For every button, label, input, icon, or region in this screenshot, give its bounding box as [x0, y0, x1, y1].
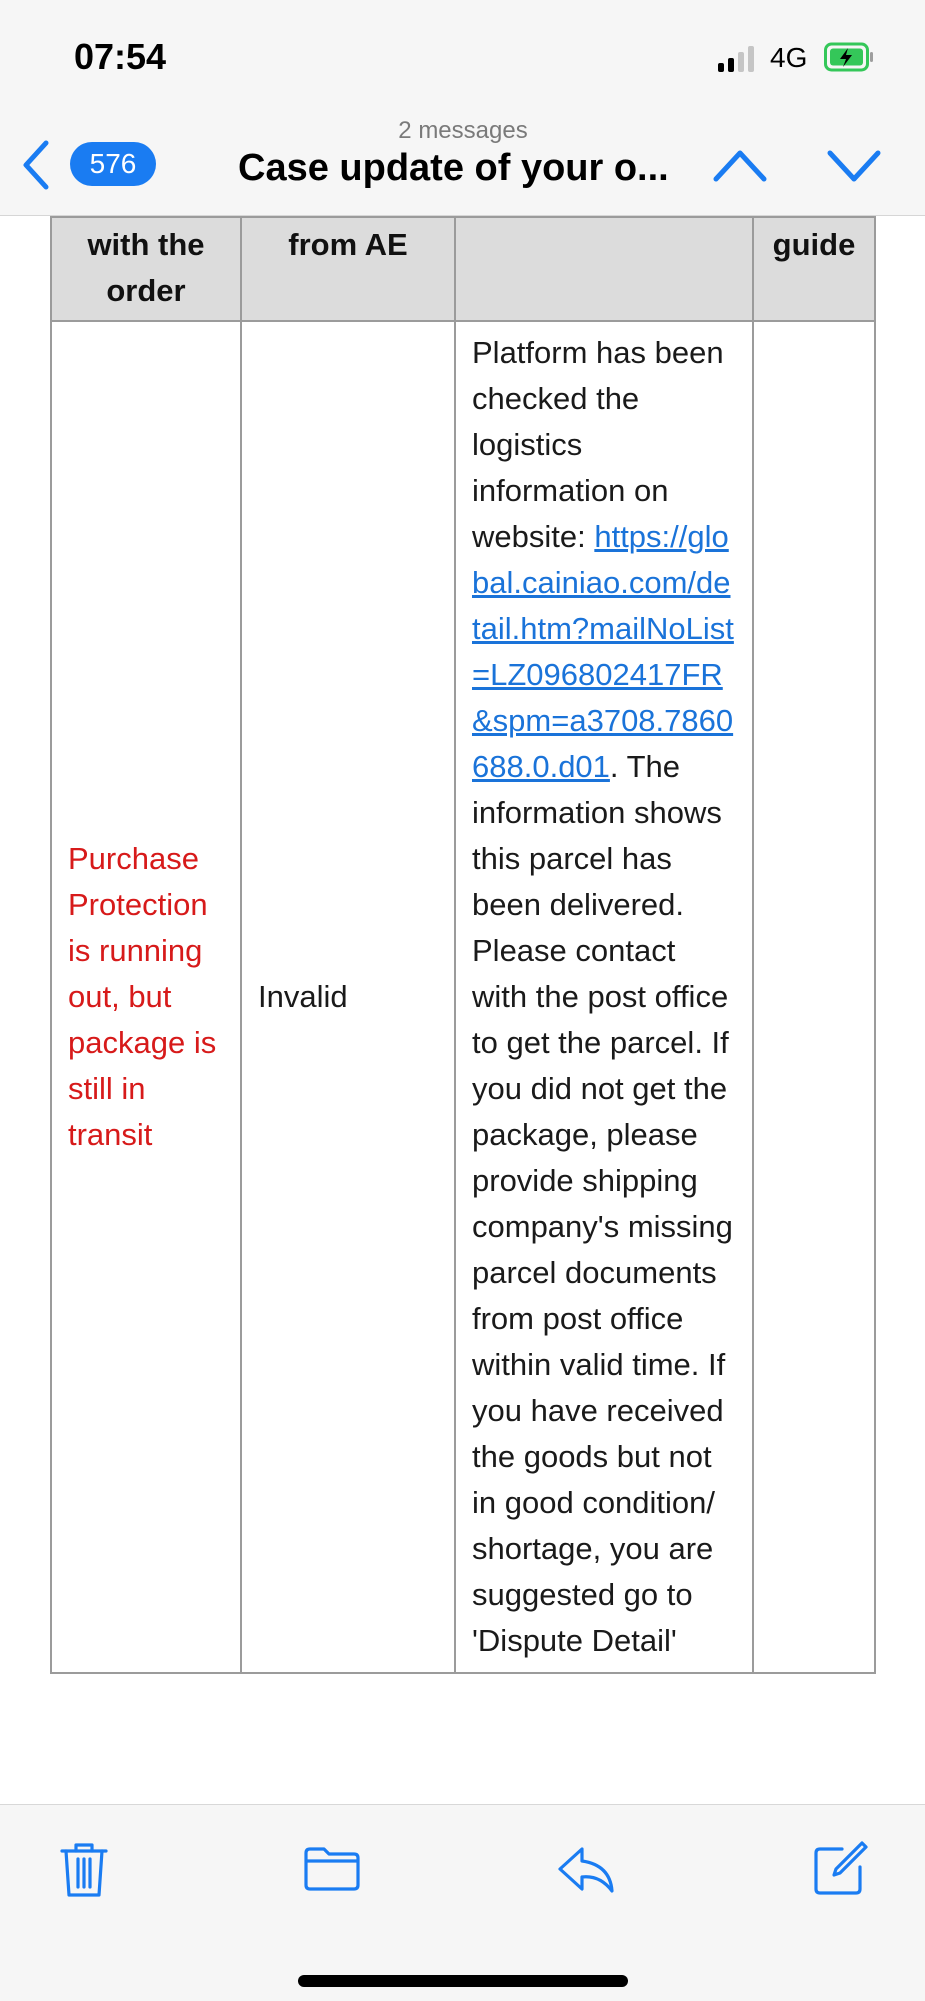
case-table: with the order from AE guide Purchase Pr… — [50, 216, 876, 1674]
network-label: 4G — [770, 42, 808, 73]
status-bar: 07:54 4G — [0, 0, 925, 115]
compose-icon[interactable] — [810, 1839, 870, 1899]
header-reply — [454, 216, 754, 322]
guide-cell — [752, 320, 876, 1674]
header-guide: guide — [752, 216, 876, 322]
battery-charging-icon — [824, 42, 873, 72]
result-cell: Invalid — [240, 320, 456, 1674]
home-indicator — [298, 1975, 628, 1987]
table-header-row: with the order from AE guide — [50, 216, 876, 322]
reply-icon[interactable] — [556, 1839, 616, 1899]
message-subject: Case update of your o... — [238, 147, 669, 189]
table-row: Purchase Protection is running out, but … — [50, 320, 876, 1674]
bottom-toolbar — [0, 1804, 925, 2001]
folder-icon[interactable] — [302, 1839, 362, 1899]
chevron-left-icon[interactable] — [18, 137, 54, 193]
thread-message-count: 2 messages — [398, 117, 528, 144]
reply-text-after-link: . The information shows this parcel has … — [472, 749, 733, 1658]
chevron-up-icon[interactable] — [712, 141, 768, 191]
header-with-the-order: with the order — [50, 216, 242, 322]
tracking-link[interactable]: https://global.cainiao.com/detail.htm?ma… — [472, 519, 734, 784]
trash-icon[interactable] — [54, 1839, 114, 1899]
chevron-down-icon[interactable] — [826, 141, 882, 191]
unread-count-badge[interactable]: 576 — [70, 142, 156, 186]
situation-cell: Purchase Protection is running out, but … — [50, 320, 242, 1674]
reply-cell: Platform has been checked the logistics … — [454, 320, 754, 1674]
cellular-signal-icon — [718, 46, 758, 72]
status-time: 07:54 — [74, 36, 167, 77]
header-from-ae: from AE — [240, 216, 456, 322]
message-nav-bar: 576 2 messages Case update of your o... — [0, 115, 925, 216]
email-body[interactable]: with the order from AE guide Purchase Pr… — [0, 216, 925, 1804]
